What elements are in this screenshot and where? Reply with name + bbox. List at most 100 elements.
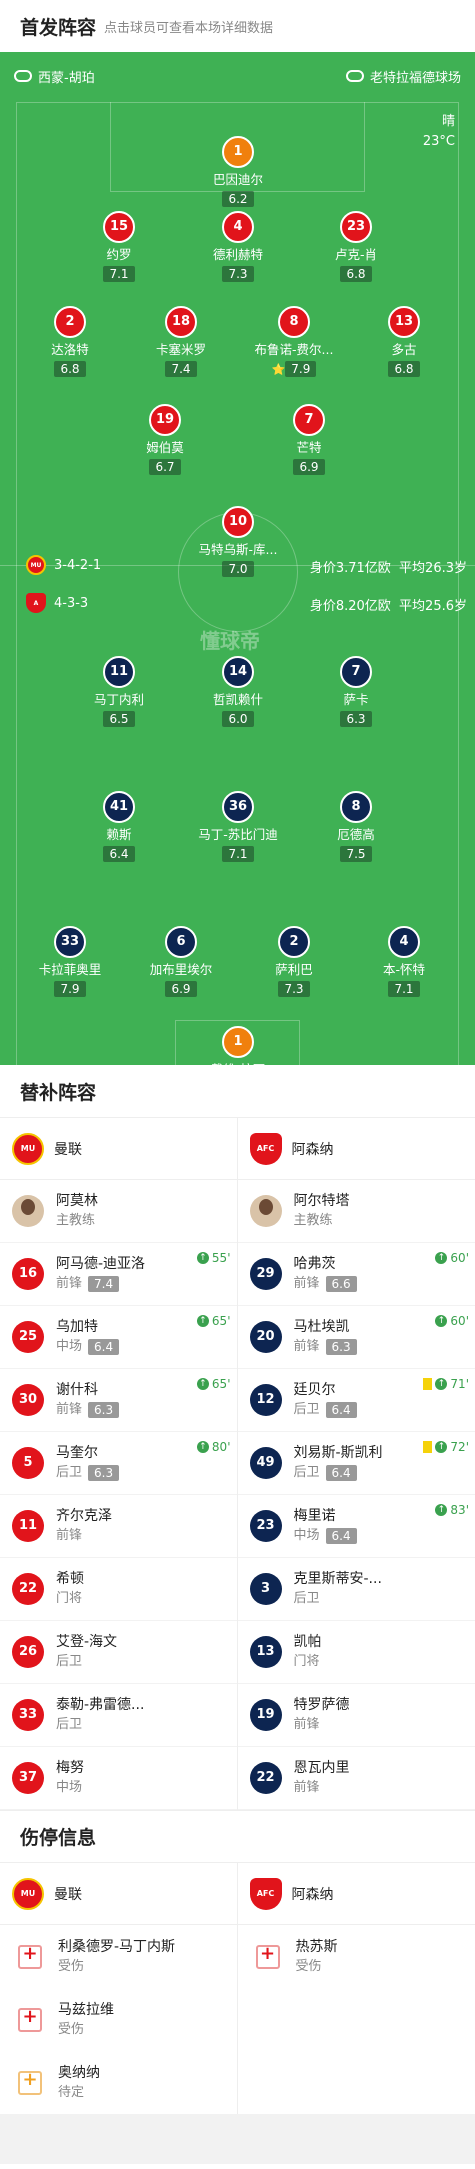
sub-player-row[interactable]: 49 刘易斯-斯凯利 后卫 6.4 ↑ 72' xyxy=(237,1432,475,1495)
medical-kit-icon xyxy=(18,1943,42,1969)
subs-team-header[interactable]: AFC 阿森纳 xyxy=(237,1118,475,1180)
sub-event: ↑ 83' xyxy=(435,1503,469,1517)
sub-player-row[interactable]: 29 哈弗茨 前锋 6.6 ↑ 60' xyxy=(237,1243,475,1306)
coach-row[interactable]: 阿尔特塔 主教练 xyxy=(237,1180,475,1243)
sub-player-name: 刘易斯-斯凯利 xyxy=(293,1445,383,1461)
sub-in-minute: 55' xyxy=(211,1251,231,1265)
player-marker[interactable]: 8 厄德高 7.5 xyxy=(296,791,416,862)
player-marker[interactable]: 10 马特乌斯-库... 7.0 xyxy=(178,506,298,577)
player-marker[interactable]: 4 德利赫特 7.3 xyxy=(178,211,298,282)
sub-event: ↑ 71' xyxy=(423,1377,469,1391)
player-marker[interactable]: 6 加布里埃尔 6.9 xyxy=(121,926,241,997)
sub-player-row[interactable]: 25 乌加特 中场 6.4 ↑ 65' xyxy=(0,1306,237,1369)
player-marker[interactable]: 23 卢克-肖 6.8 xyxy=(296,211,416,282)
player-marker[interactable]: 13 多古 6.8 xyxy=(344,306,464,377)
player-number: 11 xyxy=(103,656,135,688)
injury-team-header[interactable]: MU 曼联 xyxy=(0,1863,237,1925)
sub-player-row[interactable]: 30 谢什科 前锋 6.3 ↑ 65' xyxy=(0,1369,237,1432)
sub-player-row[interactable]: 23 梅里诺 中场 6.4 ↑ 83' xyxy=(237,1495,475,1558)
medical-kit-icon xyxy=(255,1943,280,1969)
player-marker[interactable]: 2 达洛特 6.8 xyxy=(10,306,130,377)
player-number: 7 xyxy=(340,656,372,688)
player-marker[interactable]: 1 巴因迪尔 6.2 xyxy=(178,136,298,207)
sub-player-info: 恩瓦内里 前锋 xyxy=(294,1758,350,1798)
sub-player-rating: 6.4 xyxy=(325,1402,357,1418)
player-rating-wrap: 7.3 xyxy=(178,263,298,282)
away-formation: 4-3-3 xyxy=(54,595,89,611)
sub-player-row[interactable]: 33 泰勒-弗雷德... 后卫 xyxy=(0,1684,237,1747)
injuries-home-column: MU曼联利桑德罗-马丁内斯受伤马兹拉维受伤奥纳纳待定 xyxy=(0,1863,238,2114)
sub-player-rating: 6.4 xyxy=(325,1465,357,1481)
sub-player-number: 11 xyxy=(12,1510,44,1542)
coach-info: 阿莫林 主教练 xyxy=(56,1191,98,1231)
pitch-team-row: 西蒙-胡珀 老特拉福德球场 xyxy=(0,64,475,88)
player-number: 4 xyxy=(222,211,254,243)
player-marker[interactable]: 33 卡拉菲奥里 7.9 xyxy=(10,926,130,997)
player-marker[interactable]: 1戴维-拉亚7.5 xyxy=(178,1026,298,1065)
player-name: 戴维-拉亚 xyxy=(178,1061,298,1065)
sub-player-row[interactable]: 26 艾登-海文 后卫 xyxy=(0,1621,237,1684)
subs-title: 替补阵容 xyxy=(20,1081,97,1104)
player-marker[interactable]: 2 萨利巴 7.3 xyxy=(234,926,354,997)
sub-player-row[interactable]: 22 恩瓦内里 前锋 xyxy=(237,1747,475,1810)
player-number: 23 xyxy=(340,211,372,243)
injury-team-header[interactable]: AFC 阿森纳 xyxy=(237,1863,475,1925)
sub-player-meta: 前锋 6.6 xyxy=(294,1274,357,1294)
sub-player-row[interactable]: 11 齐尔克泽 前锋 xyxy=(0,1495,237,1558)
player-number: 2 xyxy=(54,306,86,338)
player-marker[interactable]: 14 哲凯赖什 6.0 xyxy=(178,656,298,727)
arsenal-crest-icon: AFC xyxy=(249,1132,282,1165)
sub-player-row[interactable]: 16 阿马德-迪亚洛 前锋 7.4 ↑ 55' xyxy=(0,1243,237,1306)
player-rating-wrap: 6.8 xyxy=(10,358,130,377)
sub-player-meta: 后卫 xyxy=(56,1652,117,1672)
injured-player-name: 奥纳纳 xyxy=(58,2064,100,2081)
sub-player-meta: 后卫 xyxy=(294,1589,382,1609)
sub-player-row[interactable]: 19 特罗萨德 前锋 xyxy=(237,1684,475,1747)
sub-player-number: 30 xyxy=(12,1384,44,1416)
injury-row[interactable]: 热苏斯受伤 xyxy=(238,1925,475,1988)
sub-player-row[interactable]: 20 马杜埃凯 前锋 6.3 ↑ 60' xyxy=(237,1306,475,1369)
sub-player-meta: 后卫 6.4 xyxy=(294,1463,383,1483)
player-marker[interactable]: 4 本-怀特 7.1 xyxy=(344,926,464,997)
sub-player-number: 22 xyxy=(249,1762,282,1794)
player-marker[interactable]: 7 芒特 6.9 xyxy=(249,404,369,475)
player-number: 6 xyxy=(165,926,197,958)
sub-event: ↑ 55' xyxy=(196,1251,231,1265)
sub-player-info: 谢什科 前锋 6.3 xyxy=(56,1380,120,1420)
player-marker[interactable]: 41 赖斯 6.4 xyxy=(59,791,179,862)
injury-row[interactable]: 利桑德罗-马丁内斯受伤 xyxy=(0,1925,237,1988)
coach-row[interactable]: 阿莫林 主教练 xyxy=(0,1180,237,1243)
sub-player-meta: 前锋 xyxy=(294,1778,350,1798)
sub-player-info: 梅里诺 中场 6.4 xyxy=(294,1506,357,1546)
temperature-text: 23°C xyxy=(422,134,455,149)
injury-row[interactable]: 奥纳纳待定 xyxy=(0,2051,237,2114)
player-rating-wrap: 6.8 xyxy=(344,358,464,377)
player-marker[interactable]: 8 布鲁诺-费尔... ⭐ 7.9 xyxy=(234,306,354,377)
sub-player-position: 后卫 xyxy=(293,1591,320,1606)
sub-player-row[interactable]: 22 希顿 门将 xyxy=(0,1558,237,1621)
sub-player-row[interactable]: 12 廷贝尔 后卫 6.4 ↑ 71' xyxy=(237,1369,475,1432)
injury-row[interactable]: 马兹拉维受伤 xyxy=(0,1988,237,2051)
sub-player-info: 刘易斯-斯凯利后卫 6.4 xyxy=(294,1443,383,1483)
player-name: 本-怀特 xyxy=(382,962,425,977)
injury-status: 受伤 xyxy=(58,1958,85,1974)
sub-player-row[interactable]: 5 马奎尔 后卫 6.3 ↑ 80' xyxy=(0,1432,237,1495)
sub-player-row[interactable]: 37 梅努 中场 xyxy=(0,1747,237,1810)
sub-player-row[interactable]: 3 克里斯蒂安-... 后卫 xyxy=(237,1558,475,1621)
player-marker[interactable]: 18 卡塞米罗 7.4 xyxy=(121,306,241,377)
player-rating-wrap: 7.3 xyxy=(234,978,354,997)
player-marker[interactable]: 15 约罗 7.1 xyxy=(59,211,179,282)
player-marker[interactable]: 7 萨卡 6.3 xyxy=(296,656,416,727)
sub-player-rating: 6.6 xyxy=(325,1276,357,1292)
sub-player-position: 门将 xyxy=(56,1591,83,1606)
player-rating-wrap: 6.2 xyxy=(178,188,298,207)
player-name: 萨卡 xyxy=(343,692,369,707)
sub-player-row[interactable]: 13 凯帕 门将 xyxy=(237,1621,475,1684)
injury-info: 奥纳纳 待定 xyxy=(58,2063,100,2103)
player-marker[interactable]: 19 姆伯莫 6.7 xyxy=(105,404,225,475)
lineup-header: 首发阵容 点击球员可查看本场详细数据 xyxy=(0,0,475,52)
subs-team-header[interactable]: MU 曼联 xyxy=(0,1118,237,1180)
player-marker[interactable]: 36 马丁-苏比门迪 7.1 xyxy=(178,791,298,862)
player-marker[interactable]: 11 马丁内利 6.5 xyxy=(59,656,179,727)
player-name: 萨利巴 xyxy=(275,962,313,977)
